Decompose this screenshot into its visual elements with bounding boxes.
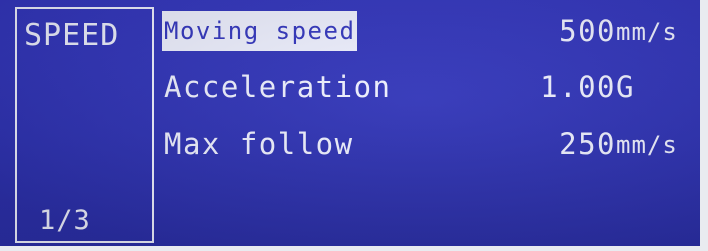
menu-section-panel: SPEED 1/3 <box>15 7 154 243</box>
setting-row-acceleration[interactable]: Acceleration 1.00 G <box>164 67 699 109</box>
section-title: SPEED <box>24 18 120 53</box>
setting-value: 1.00 <box>540 70 616 104</box>
setting-label: Max follow <box>164 127 354 161</box>
setting-row-max-follow[interactable]: Max follow 250 mm/s <box>164 124 699 166</box>
setting-unit: G <box>616 70 635 104</box>
setting-row-moving-speed[interactable]: Moving speed 500 mm/s <box>162 11 699 53</box>
page-indicator: 1/3 <box>39 205 91 236</box>
setting-unit: mm/s <box>616 18 678 46</box>
setting-unit: mm/s <box>616 131 678 159</box>
setting-label: Acceleration <box>164 70 392 104</box>
setting-label-selected[interactable]: Moving speed <box>162 11 358 51</box>
setting-value: 250 <box>559 127 616 161</box>
setting-value: 500 <box>559 14 616 48</box>
lcd-screen: SPEED 1/3 Moving speed 500 mm/s Accelera… <box>0 0 700 246</box>
